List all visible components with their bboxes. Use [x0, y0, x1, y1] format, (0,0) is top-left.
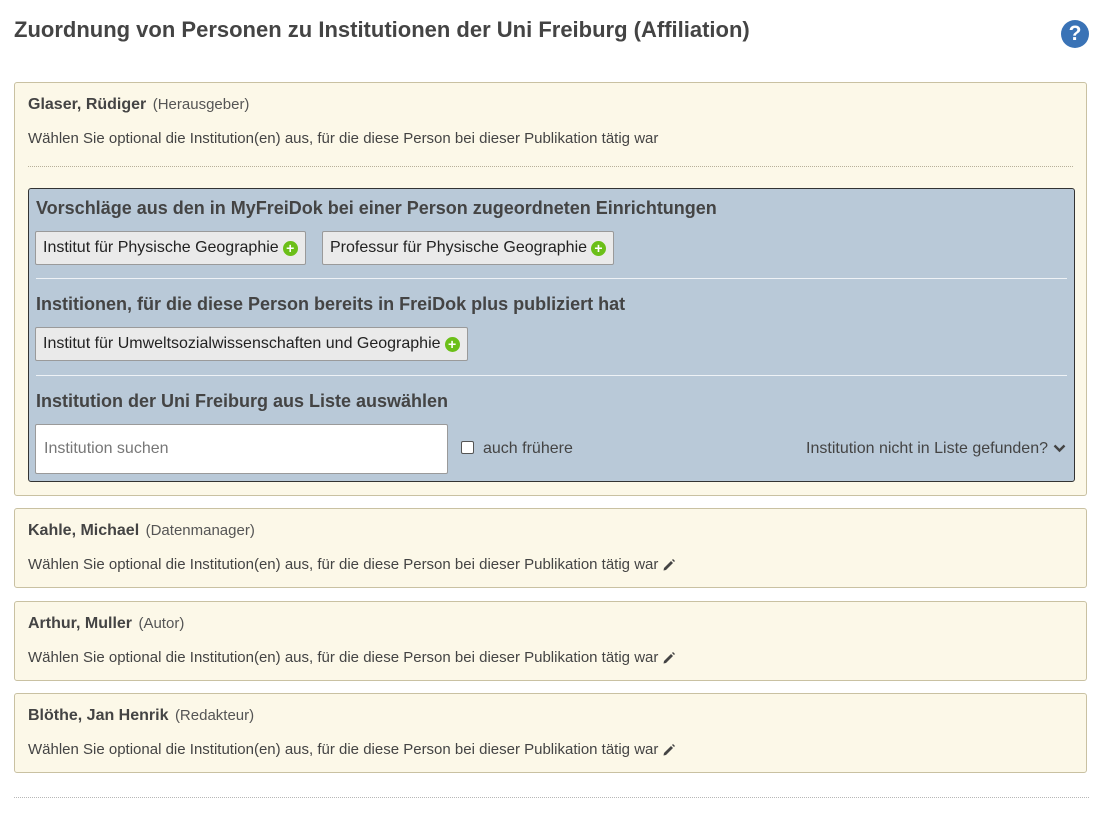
suggestion-label: Institut für Physische Geographie [43, 239, 279, 256]
person-role: (Herausgeber) [152, 96, 250, 113]
suggestion-button-institut-physische-geographie[interactable]: Institut für Physische Geographie + [35, 231, 306, 265]
person-header: Arthur, Muller (Autor) [28, 615, 184, 633]
person-name: Blöthe, Jan Henrik [28, 707, 169, 724]
plus-circle-icon: + [591, 241, 607, 256]
help-icon[interactable]: ? [1061, 20, 1089, 48]
person-name: Kahle, Michael [28, 522, 140, 539]
person-name: Glaser, Rüdiger [28, 96, 147, 113]
person-instruction: Wählen Sie optional die Institution(en) … [28, 741, 676, 758]
person-header: Blöthe, Jan Henrik (Redakteur) [28, 707, 254, 725]
instruction-text: Wählen Sie optional die Institution(en) … [28, 556, 659, 573]
person-role: (Autor) [138, 615, 185, 632]
not-found-label: Institution nicht in Liste gefunden? [806, 440, 1048, 457]
include-former-checkbox[interactable] [461, 441, 474, 454]
institution-search-input[interactable] [35, 424, 448, 474]
include-former-label[interactable]: auch frühere [483, 440, 573, 458]
person-role: (Redakteur) [174, 707, 255, 724]
person-card-glaser: Glaser, Rüdiger (Herausgeber) Wählen Sie… [14, 82, 1087, 496]
list-heading: Institution der Uni Freiburg aus Liste a… [36, 391, 449, 411]
pencil-icon[interactable] [662, 743, 676, 757]
person-instruction: Wählen Sie optional die Institution(en) … [28, 649, 676, 666]
person-header: Kahle, Michael (Datenmanager) [28, 522, 255, 540]
divider [14, 797, 1089, 798]
pencil-icon[interactable] [662, 651, 676, 665]
person-header: Glaser, Rüdiger (Herausgeber) [28, 96, 249, 114]
published-button-umweltsozialwissenschaften[interactable]: Institut für Umweltsozialwissenschaften … [35, 327, 468, 361]
instruction-text: Wählen Sie optional die Institution(en) … [28, 741, 659, 758]
pencil-icon[interactable] [662, 558, 676, 572]
instruction-text: Wählen Sie optional die Institution(en) … [28, 130, 659, 147]
instruction-text: Wählen Sie optional die Institution(en) … [28, 649, 659, 666]
divider [28, 166, 1073, 167]
published-heading: Institionen, für die diese Person bereit… [36, 294, 626, 314]
divider [36, 375, 1067, 376]
person-role: (Datenmanager) [145, 522, 255, 539]
divider [36, 278, 1067, 279]
suggestion-label: Institut für Umweltsozialwissenschaften … [43, 335, 441, 352]
person-instruction: Wählen Sie optional die Institution(en) … [28, 556, 676, 573]
person-card-kahle: Kahle, Michael (Datenmanager) Wählen Sie… [14, 508, 1087, 588]
plus-circle-icon: + [282, 241, 298, 256]
suggestion-button-professur-physische-geographie[interactable]: Professur für Physische Geographie + [322, 231, 615, 265]
suggestions-heading: Vorschläge aus den in MyFreiDok bei eine… [36, 198, 717, 218]
chevron-down-icon [1053, 444, 1066, 453]
person-card-bloethe: Blöthe, Jan Henrik (Redakteur) Wählen Si… [14, 693, 1087, 773]
person-instruction: Wählen Sie optional die Institution(en) … [28, 130, 658, 147]
page-title: Zuordnung von Personen zu Institutionen … [14, 17, 750, 42]
suggestion-label: Professur für Physische Geographie [330, 239, 588, 256]
person-name: Arthur, Muller [28, 615, 133, 632]
institution-not-found-toggle[interactable]: Institution nicht in Liste gefunden? [806, 440, 1066, 458]
person-card-arthur: Arthur, Muller (Autor) Wählen Sie option… [14, 601, 1087, 681]
institution-selection-panel: Vorschläge aus den in MyFreiDok bei eine… [28, 188, 1075, 482]
plus-circle-icon: + [444, 337, 460, 352]
